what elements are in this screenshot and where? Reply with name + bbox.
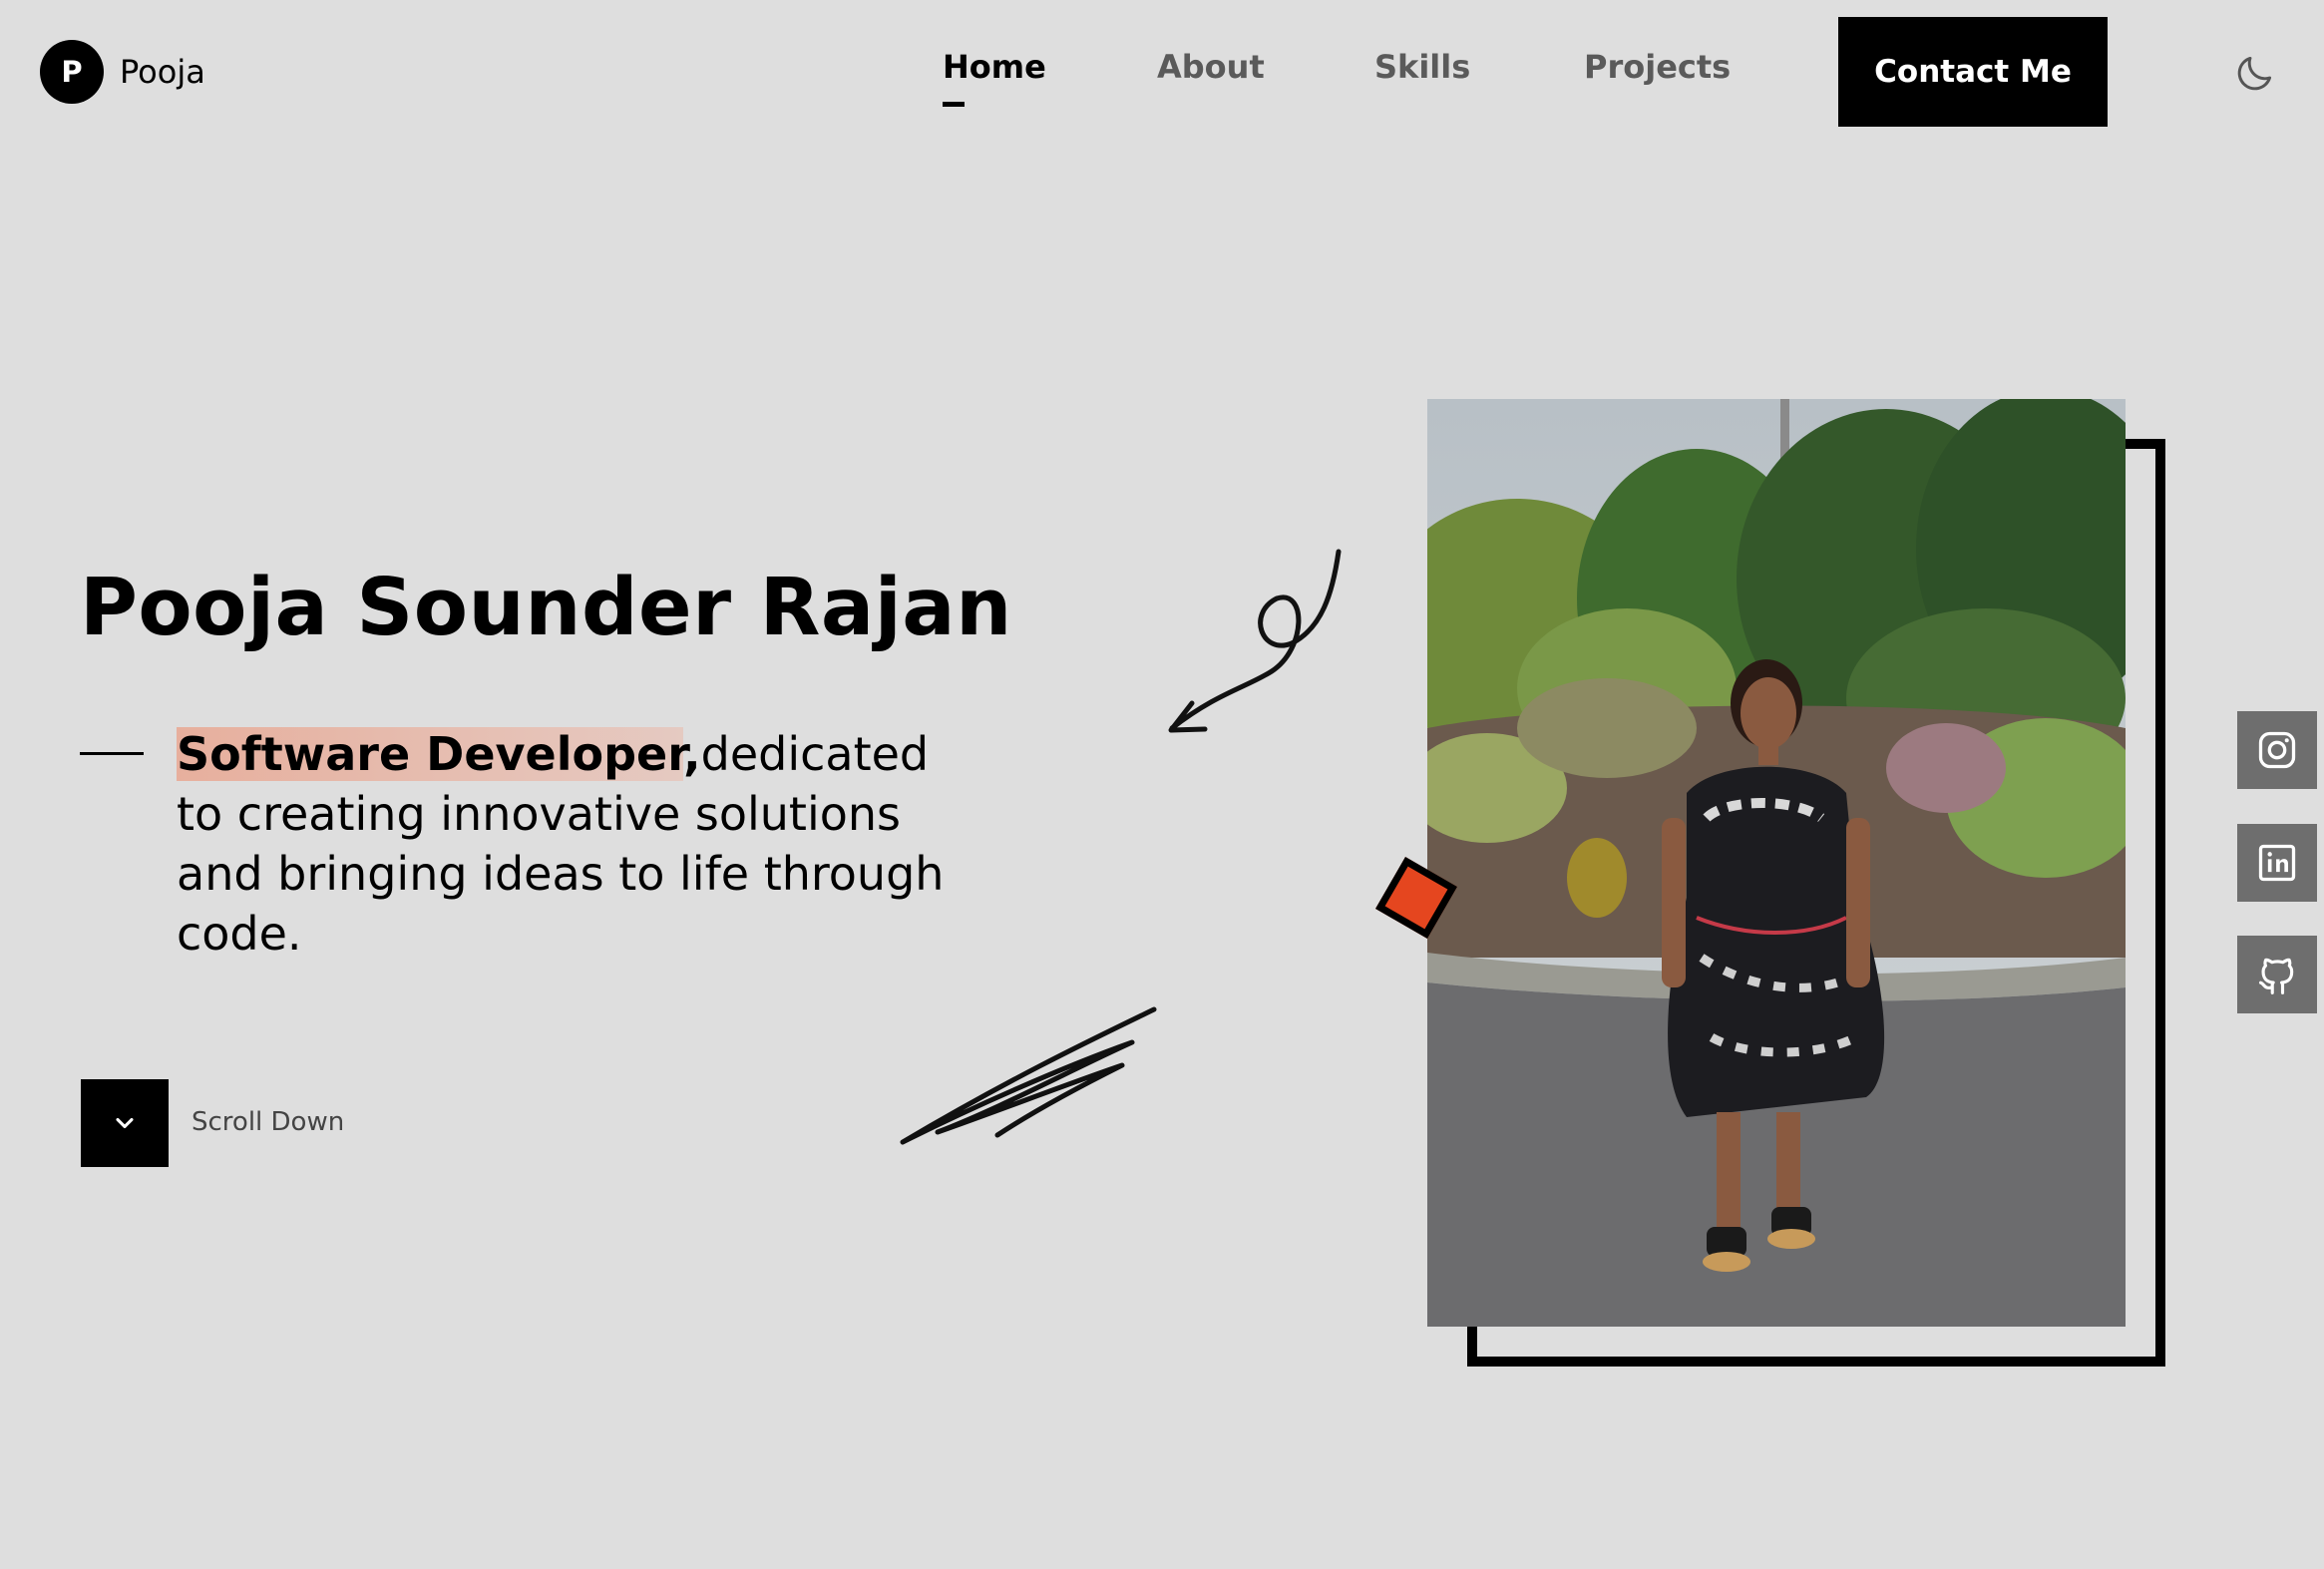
contact-me-button[interactable]: Contact Me bbox=[1838, 17, 2108, 127]
moon-icon[interactable] bbox=[2232, 52, 2276, 96]
nav-projects[interactable]: Projects bbox=[1584, 48, 1731, 96]
hero-tagline: Software Developer,dedicated to creating… bbox=[177, 724, 974, 964]
instagram-link[interactable] bbox=[2237, 711, 2317, 789]
linkedin-link[interactable] bbox=[2237, 824, 2317, 902]
tagline-dash bbox=[80, 752, 144, 755]
logo-badge: P bbox=[40, 40, 104, 104]
nav-home[interactable]: Home bbox=[943, 48, 1046, 96]
scribble-doodle-icon bbox=[900, 1006, 1157, 1145]
hero-title: Pooja Sounder Rajan bbox=[80, 562, 1012, 653]
instagram-icon bbox=[2258, 731, 2296, 769]
scroll-down-label: Scroll Down bbox=[192, 1107, 345, 1137]
chevron-down-icon bbox=[116, 1117, 134, 1129]
nav-active-indicator bbox=[943, 102, 965, 107]
scroll-down-button[interactable] bbox=[81, 1079, 169, 1167]
github-icon bbox=[2258, 958, 2294, 994]
nav-about[interactable]: About bbox=[1157, 48, 1265, 96]
arrow-doodle-icon bbox=[1168, 549, 1342, 733]
role-highlight: Software Developer bbox=[177, 727, 684, 781]
github-link[interactable] bbox=[2237, 936, 2317, 1013]
logo-name: Pooja bbox=[120, 53, 205, 91]
logo[interactable]: P Pooja bbox=[40, 40, 205, 104]
linkedin-icon bbox=[2258, 844, 2296, 882]
nav-skills[interactable]: Skills bbox=[1374, 48, 1470, 96]
role-comma: , bbox=[683, 727, 701, 781]
profile-photo bbox=[1427, 399, 2126, 1327]
